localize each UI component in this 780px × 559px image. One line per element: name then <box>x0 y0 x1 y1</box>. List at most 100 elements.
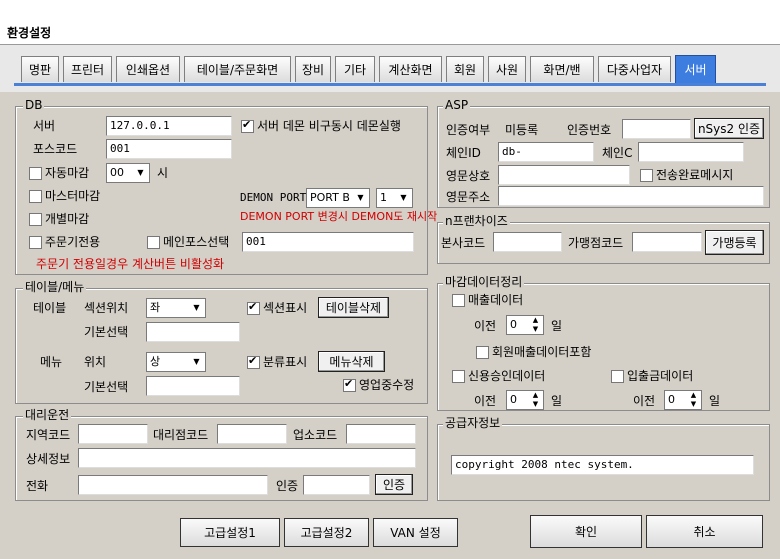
sales-days-spinner[interactable]: 0 ▲ ▼ <box>506 315 544 335</box>
order-only-checkbox[interactable]: 주문기전용 <box>29 235 100 249</box>
chain-c-input[interactable] <box>638 142 744 162</box>
section-pos-label: 섹션위치 <box>84 301 129 315</box>
table-label: 테이블 <box>33 301 67 315</box>
master-close-checkbox[interactable]: 마스터마감 <box>29 189 100 203</box>
english-name-label: 영문상호 <box>446 169 491 183</box>
tab-etc[interactable]: 기타 <box>335 56 375 82</box>
demon-port-num-select[interactable]: 1 ▼ <box>376 188 413 208</box>
credit-before-label: 이전 <box>474 394 497 408</box>
position-select[interactable]: 상 ▼ <box>146 352 206 372</box>
chevron-down-icon: ▼ <box>193 357 200 366</box>
nsys-auth-button[interactable]: nSys2 인증 <box>694 118 764 139</box>
detail-label: 상세정보 <box>26 452 71 466</box>
asp-legend: ASP <box>443 98 471 112</box>
business-hold-checkbox[interactable]: 영업중수정 <box>343 377 414 392</box>
server-label: 서버 <box>33 119 56 133</box>
menu-delete-button[interactable]: 메뉴삭제 <box>318 351 385 372</box>
tab-multi-business[interactable]: 다중사업자 <box>598 56 671 82</box>
main-pos-input[interactable]: 001 <box>242 232 414 252</box>
auth-no-input[interactable] <box>622 119 691 139</box>
tab-device[interactable]: 장비 <box>295 56 331 82</box>
demon-port-select[interactable]: PORT B ▼ <box>306 188 370 208</box>
hq-code-label: 본사코드 <box>441 236 486 250</box>
agency-code-label: 대리점코드 <box>153 428 209 442</box>
english-addr-input[interactable] <box>498 186 764 206</box>
sales-day-unit: 일 <box>551 319 563 333</box>
tab-server[interactable]: 서버 <box>675 55 716 83</box>
phone-input[interactable] <box>78 475 268 495</box>
tab-print-options[interactable]: 인쇄옵션 <box>116 56 180 82</box>
phone-label: 전화 <box>26 479 49 493</box>
business-code-label: 업소코드 <box>293 428 338 442</box>
hq-code-input[interactable] <box>493 232 562 252</box>
io-before-label: 이전 <box>633 394 656 408</box>
auth-input[interactable] <box>303 475 370 495</box>
auth-status-value: 미등록 <box>505 123 539 137</box>
daemon-run-checkbox[interactable]: 서버 데몬 비구동시 데몬실행 <box>241 118 401 133</box>
store-code-label: 가맹점코드 <box>568 236 624 250</box>
auth-label: 인증 <box>276 479 299 493</box>
advanced-settings-2-button[interactable]: 고급설정2 <box>284 518 369 547</box>
tab-staff[interactable]: 사원 <box>488 56 526 82</box>
chain-c-label: 체인C <box>602 146 633 160</box>
auth-button[interactable]: 인증 <box>375 474 413 495</box>
store-code-input[interactable] <box>632 232 702 252</box>
supplier-legend: 공급자정보 <box>443 416 503 430</box>
demon-port-label: DEMON PORT <box>240 191 307 204</box>
chevron-down-icon: ▼ <box>137 168 144 177</box>
tab-member[interactable]: 회원 <box>446 56 484 82</box>
menu-default-input[interactable] <box>146 376 240 396</box>
region-code-input[interactable] <box>78 424 148 444</box>
franchise-register-button[interactable]: 가맹등록 <box>705 230 764 255</box>
auto-close-checkbox[interactable]: 자동마감 <box>29 166 89 180</box>
tab-nameplate[interactable]: 명판 <box>21 56 59 82</box>
copyright-input[interactable]: copyright 2008 ntec system. <box>451 455 754 475</box>
table-menu-legend: 테이블/메뉴 <box>23 280 87 294</box>
auth-no-label: 인증번호 <box>567 123 612 137</box>
table-delete-button[interactable]: 테이블삭제 <box>318 297 389 318</box>
category-show-checkbox[interactable]: 분류표시 <box>247 354 307 369</box>
agency-code-input[interactable] <box>217 424 287 444</box>
section-show-checkbox[interactable]: 섹션표시 <box>247 300 307 315</box>
auto-close-hour-select[interactable]: 00 ▼ <box>106 163 150 183</box>
advanced-settings-1-button[interactable]: 고급설정1 <box>180 518 280 547</box>
agency-legend: 대리운전 <box>23 408 72 422</box>
include-member-checkbox[interactable]: 회원매출데이터포함 <box>476 345 591 359</box>
tab-underline <box>14 83 766 86</box>
individual-close-checkbox[interactable]: 개별마감 <box>29 212 89 226</box>
server-input[interactable]: 127.0.0.1 <box>106 116 232 136</box>
io-days-spinner[interactable]: 0 ▲ ▼ <box>664 390 702 410</box>
tab-table-order[interactable]: 테이블/주문화면 <box>184 56 291 82</box>
io-data-checkbox[interactable]: 입출금데이터 <box>611 369 693 383</box>
sales-data-checkbox[interactable]: 매출데이터 <box>452 293 523 307</box>
window-title: 환경설정 <box>7 26 52 40</box>
credit-days-spinner[interactable]: 0 ▲ ▼ <box>506 390 544 410</box>
tab-calc-screen[interactable]: 계산화면 <box>379 56 442 82</box>
demon-port-warning: DEMON PORT 변경시 DEMON도 재시작 <box>240 210 438 223</box>
spin-arrows-icon: ▲ ▼ <box>532 316 539 333</box>
closing-legend: 마감데이터정리 <box>443 275 525 289</box>
franchise-legend: n프랜차이즈 <box>443 214 510 228</box>
ok-button[interactable]: 확인 <box>530 515 642 548</box>
db-legend: DB <box>23 98 45 112</box>
detail-input[interactable] <box>78 448 416 468</box>
section-pos-select[interactable]: 좌 ▼ <box>146 298 206 318</box>
hour-unit-label: 시 <box>157 166 169 180</box>
credit-data-checkbox[interactable]: 신용승인데이터 <box>452 369 545 383</box>
chevron-down-icon: ▼ <box>400 193 407 202</box>
main-pos-checkbox[interactable]: 메인포스선택 <box>147 235 229 249</box>
van-settings-button[interactable]: VAN 설정 <box>373 518 458 547</box>
table-default-input[interactable] <box>146 322 240 342</box>
english-name-input[interactable] <box>498 165 630 185</box>
chain-id-input[interactable]: db- <box>498 142 594 162</box>
pos-code-input[interactable]: 001 <box>106 139 232 159</box>
io-day-unit: 일 <box>709 394 721 408</box>
business-code-input[interactable] <box>346 424 416 444</box>
tab-screen-van[interactable]: 화면/밴 <box>530 56 594 82</box>
spin-arrows-icon: ▲ ▼ <box>690 391 697 408</box>
chevron-down-icon: ▼ <box>193 303 200 312</box>
chain-id-label: 체인ID <box>446 146 481 160</box>
cancel-button[interactable]: 취소 <box>646 515 763 548</box>
tab-printer[interactable]: 프린터 <box>63 56 112 82</box>
complete-msg-checkbox[interactable]: 전송완료메시지 <box>640 168 733 182</box>
